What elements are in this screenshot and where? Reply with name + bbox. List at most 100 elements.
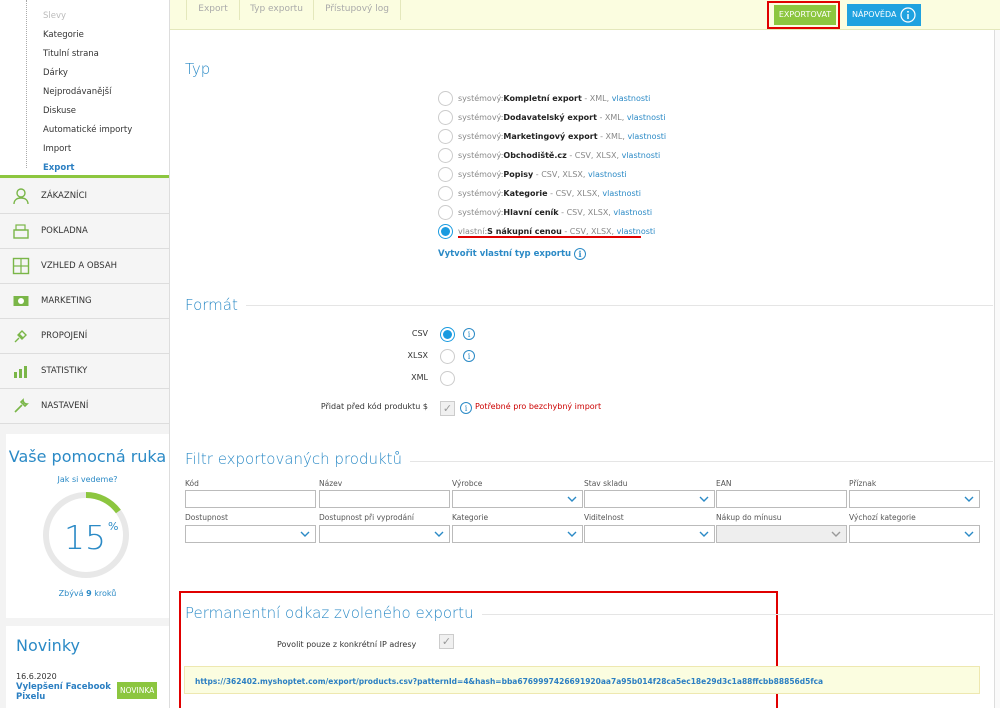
- info-icon[interactable]: i: [460, 402, 472, 414]
- filter-select[interactable]: [849, 525, 980, 543]
- filter-input[interactable]: [716, 490, 847, 508]
- filter-select[interactable]: [452, 525, 583, 543]
- submenu-item-import[interactable]: Import: [43, 144, 71, 154]
- filter-select[interactable]: [849, 490, 980, 508]
- export-type-option[interactable]: systémový: Popisy - CSV, XLSX, vlastnost…: [438, 165, 627, 183]
- export-type-radio[interactable]: [438, 185, 453, 201]
- sidebar-menu: ZÁKAZNÍCI POKLADNA VZHLED A OBSAH MARKETING…: [0, 179, 169, 424]
- filter-label: Výchozí kategorie: [849, 513, 916, 522]
- news-date: 16.6.2020: [16, 672, 57, 681]
- sidebar-item-statistics[interactable]: STATISTIKY: [0, 354, 169, 389]
- sidebar-item-wrench[interactable]: NASTAVENÍ: [0, 389, 169, 424]
- export-type-radio[interactable]: [438, 204, 453, 220]
- submenu-item-diskuse[interactable]: Diskuse: [43, 106, 76, 116]
- format-radio[interactable]: [440, 370, 455, 386]
- export-type-properties-link[interactable]: vlastnosti: [622, 151, 661, 160]
- filter-select[interactable]: [319, 525, 450, 543]
- format-radio[interactable]: [440, 348, 455, 364]
- submenu-item-nejprod-van-j-[interactable]: Nejprodávanější: [43, 87, 111, 97]
- export-type-option[interactable]: systémový: Marketingový export - XML, vl…: [438, 127, 666, 145]
- export-type-properties-link[interactable]: vlastnosti: [617, 227, 656, 236]
- export-type-formats: - XML,: [596, 112, 627, 122]
- product-code-prefix-row: ✓ i: [440, 399, 472, 417]
- export-type-properties-link[interactable]: vlastnosti: [627, 113, 666, 122]
- export-type-option[interactable]: systémový: Kategorie - CSV, XLSX, vlastn…: [438, 184, 641, 202]
- format-radio[interactable]: [440, 326, 455, 342]
- create-export-type-link[interactable]: Vytvořit vlastní typ exportu i: [438, 248, 587, 260]
- export-type-formats: - CSV, XLSX,: [533, 169, 588, 179]
- filter-select[interactable]: [452, 490, 583, 508]
- steps-remaining[interactable]: Zbývá 9 kroků: [6, 589, 169, 598]
- create-export-type-label: Vytvořit vlastní typ exportu: [438, 249, 572, 259]
- tab-access-log[interactable]: Přístupový log: [314, 0, 401, 20]
- export-type-radio[interactable]: [438, 128, 453, 144]
- format-option-xlsx[interactable]: i: [440, 347, 475, 365]
- sidebar-item-label: NASTAVENÍ: [41, 401, 89, 411]
- export-type-radio[interactable]: [438, 166, 453, 182]
- export-type-properties-link[interactable]: vlastnosti: [613, 208, 652, 217]
- page-scrollbar[interactable]: [994, 30, 1000, 708]
- news-headline[interactable]: Vylepšení Facebook Pixelu: [16, 682, 111, 702]
- export-button[interactable]: EXPORTOVAT: [774, 5, 836, 25]
- wrench-icon: [11, 396, 31, 416]
- export-type-properties-link[interactable]: vlastnosti: [602, 189, 641, 198]
- tab-export-type[interactable]: Typ exportu: [240, 0, 314, 20]
- export-type-formats: - XML,: [581, 93, 612, 103]
- export-type-properties-link[interactable]: vlastnosti: [588, 170, 627, 179]
- sidebar-item-marketing[interactable]: MARKETING: [0, 284, 169, 319]
- export-type-prefix: systémový:: [458, 169, 504, 179]
- export-type-option[interactable]: systémový: Hlavní ceník - CSV, XLSX, vla…: [438, 203, 652, 221]
- submenu-item-slevy[interactable]: Slevy: [43, 11, 66, 21]
- export-type-option[interactable]: systémový: Dodavatelský export - XML, vl…: [438, 108, 666, 126]
- export-type-name: S nákupní cenou: [487, 226, 562, 236]
- export-type-properties-link[interactable]: vlastnosti: [612, 94, 651, 103]
- help-button[interactable]: NÁPOVĚDA: [847, 4, 921, 26]
- ip-restriction-checkbox[interactable]: ✓: [439, 634, 454, 649]
- export-type-prefix: systémový:: [458, 131, 504, 141]
- sidebar-item-cash-register[interactable]: POKLADNA: [0, 214, 169, 249]
- export-type-option[interactable]: systémový: Kompletní export - XML, vlast…: [438, 89, 650, 107]
- filter-select[interactable]: [584, 525, 715, 543]
- permanent-section-title: Permanentní odkaz zvoleného exportu: [185, 604, 482, 622]
- format-option-csv[interactable]: i: [440, 325, 475, 343]
- export-type-radio[interactable]: [438, 147, 453, 163]
- filter-select[interactable]: [185, 525, 316, 543]
- sidebar-item-label: MARKETING: [41, 296, 92, 306]
- product-code-prefix-checkbox[interactable]: ✓: [440, 400, 455, 416]
- submenu-item-kategorie[interactable]: Kategorie: [43, 30, 84, 40]
- filter-select[interactable]: [584, 490, 715, 508]
- filter-label: Nákup do mínusu: [716, 513, 782, 522]
- export-type-radio[interactable]: [438, 223, 453, 239]
- info-icon[interactable]: i: [574, 248, 587, 260]
- sidebar-item-customers[interactable]: ZÁKAZNÍCI: [0, 179, 169, 214]
- export-type-formats: - CSV, XLSX,: [566, 150, 622, 160]
- chevron-down-icon: [698, 493, 710, 508]
- tab-export[interactable]: Export: [186, 0, 240, 20]
- export-type-properties-link[interactable]: vlastnosti: [627, 132, 666, 141]
- info-icon[interactable]: i: [463, 328, 475, 340]
- info-icon[interactable]: i: [463, 350, 475, 362]
- plug-icon: [11, 326, 31, 346]
- submenu-item-automatick-importy[interactable]: Automatické importy: [43, 125, 132, 135]
- export-type-prefix: systémový:: [458, 93, 504, 103]
- filter-input[interactable]: [319, 490, 450, 508]
- export-type-option[interactable]: systémový: Obchodiště.cz - CSV, XLSX, vl…: [438, 146, 660, 164]
- submenu-item-d-rky[interactable]: Dárky: [43, 68, 68, 78]
- progress-percent-sign: %: [108, 520, 119, 533]
- permanent-url[interactable]: https://362402.myshoptet.com/export/prod…: [184, 666, 980, 694]
- submenu-item-tituln-strana[interactable]: Titulní strana: [43, 49, 99, 59]
- filter-select: [716, 525, 847, 543]
- format-option-xml[interactable]: [440, 369, 460, 387]
- export-type-radio[interactable]: [438, 90, 453, 106]
- filter-label: Kód: [185, 479, 199, 488]
- help-progress-link[interactable]: Jak si vedeme?: [6, 475, 169, 484]
- sidebar-item-layout[interactable]: VZHLED A OBSAH: [0, 249, 169, 284]
- filter-input[interactable]: [185, 490, 316, 508]
- submenu-item-export[interactable]: Export: [43, 163, 74, 173]
- export-type-formats: - CSV, XLSX,: [558, 207, 614, 217]
- export-type-radio[interactable]: [438, 109, 453, 125]
- submenu-tree-line: [26, 0, 27, 168]
- sidebar-item-plug[interactable]: PROPOJENÍ: [0, 319, 169, 354]
- filter-label: Dostupnost při vyprodání: [319, 513, 414, 522]
- filter-label: Kategorie: [452, 513, 489, 522]
